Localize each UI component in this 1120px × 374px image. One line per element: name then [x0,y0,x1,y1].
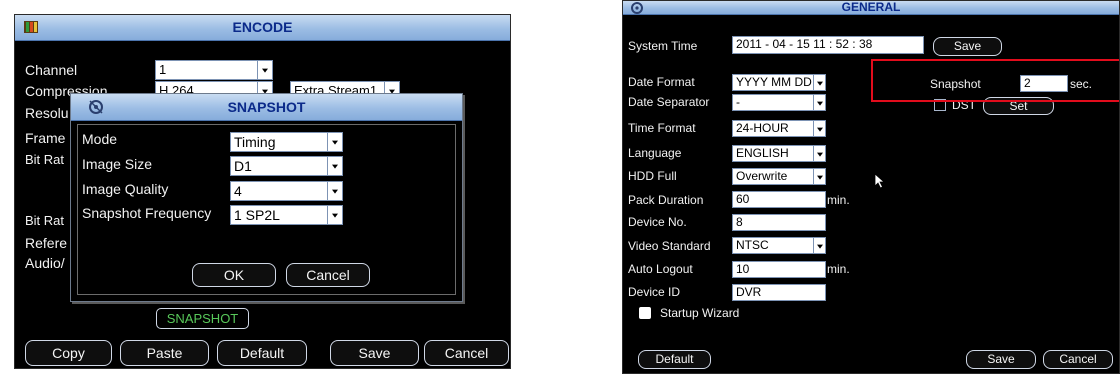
video-standard-label: Video Standard [628,239,711,253]
resolution-label: Resolu [25,105,69,121]
date-format-label: Date Format [628,75,695,89]
snapshot-cancel-button[interactable]: Cancel [286,263,370,287]
bit-rate-type-label: Bit Rat [25,152,65,167]
mode-select[interactable]: Timing [230,132,343,152]
chevron-down-icon [813,121,825,136]
reference-label: Refere [25,235,68,251]
device-no-label: Device No. [628,215,687,229]
date-separator-select[interactable]: - [732,94,826,111]
system-time-label: System Time [628,39,698,53]
chevron-down-icon [813,75,825,90]
chevron-down-icon [813,95,825,110]
auto-logout-unit: min. [827,262,850,276]
date-format-select[interactable]: YYYY MM DD [732,74,826,91]
snapshot-button[interactable]: SNAPSHOT [156,308,249,329]
snapshot-title: SNAPSHOT [227,99,306,115]
chevron-down-icon [327,206,342,224]
image-size-value: D1 [234,158,252,174]
hdd-full-label: HDD Full [628,169,677,183]
channel-label: Channel [25,62,78,78]
settings-logo-icon [89,100,103,114]
chevron-down-icon [327,133,342,151]
audio-video-label: Audio/ [25,255,65,271]
date-separator-label: Date Separator [628,95,710,109]
time-format-value: 24-HOUR [736,121,789,135]
general-window: GENERAL System Time 2011 - 04 - 15 11 : … [622,0,1120,374]
pack-duration-label: Pack Duration [628,193,704,207]
language-select[interactable]: ENGLISH [732,145,826,162]
cancel-button[interactable]: Cancel [424,340,509,366]
mouse-pointer-icon [874,173,886,189]
image-quality-select[interactable]: 4 [230,181,343,201]
time-format-select[interactable]: 24-HOUR [732,120,826,137]
general-cancel-button[interactable]: Cancel [1043,350,1113,369]
frame-rate-label: Frame [25,130,66,146]
general-save-button[interactable]: Save [966,350,1036,369]
general-title-bar: GENERAL [623,1,1119,15]
device-id-value: DVR [736,285,762,299]
device-no-value: 8 [736,215,743,229]
image-quality-value: 4 [234,183,242,199]
snapshot-content-frame: Mode Timing Image Size D1 Image Quality … [77,124,456,295]
default-button[interactable]: Default [217,340,307,366]
encode-window: ENCODE Channel 1 Compression H.264 Extra… [14,14,511,369]
video-standard-value: NTSC [736,238,769,252]
date-separator-value: - [736,95,740,109]
video-standard-select[interactable]: NTSC [732,237,826,254]
bit-rate-label: Bit Rat [25,213,65,228]
channel-value: 1 [159,62,167,77]
save-button[interactable]: Save [330,340,419,366]
auto-logout-value: 10 [736,262,750,276]
device-id-label: Device ID [628,285,681,299]
general-default-button[interactable]: Default [638,350,711,369]
chevron-down-icon [813,146,825,161]
system-time-input[interactable]: 2011 - 04 - 15 11 : 52 : 38 [732,36,924,54]
snapshot-title-bar: SNAPSHOT [71,94,462,121]
pack-duration-input[interactable]: 60 [732,191,826,208]
device-no-input[interactable]: 8 [732,214,826,231]
chevron-down-icon [327,182,342,200]
pack-duration-value: 60 [736,192,750,206]
system-time-value: 2011 - 04 - 15 11 : 52 : 38 [736,37,873,51]
paste-button[interactable]: Paste [120,340,209,366]
language-label: Language [628,146,682,160]
image-size-select[interactable]: D1 [230,156,343,176]
hdd-full-value: Overwrite [736,169,788,183]
auto-logout-label: Auto Logout [628,262,693,276]
date-format-value: YYYY MM DD [736,75,812,89]
time-format-label: Time Format [628,121,696,135]
snapshot-frequency-label: Snapshot Frequency [82,205,212,221]
pack-duration-unit: min. [827,193,850,207]
snapshot-frequency-select[interactable]: 1 SP2L [230,205,343,225]
image-quality-label: Image Quality [82,181,169,197]
snapshot-highlight-box [871,59,1119,102]
system-time-save-button[interactable]: Save [933,37,1002,56]
chevron-down-icon [327,157,342,175]
dvr-logo-icon [24,21,38,33]
chevron-down-icon [257,61,272,79]
mode-value: Timing [234,134,276,150]
device-id-input[interactable]: DVR [732,284,826,301]
chevron-down-icon [813,169,825,184]
snapshot-dialog: SNAPSHOT Mode Timing Image Size D1 Image… [70,93,463,302]
snapshot-ok-button[interactable]: OK [192,263,276,287]
encode-title-bar: ENCODE [15,15,510,41]
settings-logo-icon [631,2,643,14]
startup-wizard-checkbox[interactable] [639,307,651,319]
copy-button[interactable]: Copy [25,340,112,366]
auto-logout-input[interactable]: 10 [732,261,826,278]
mode-label: Mode [82,131,118,147]
channel-select[interactable]: 1 [155,60,273,80]
hdd-full-select[interactable]: Overwrite [732,168,826,185]
image-size-label: Image Size [82,156,153,172]
language-value: ENGLISH [736,146,789,160]
snapshot-frequency-value: 1 SP2L [234,207,280,223]
encode-title: ENCODE [232,19,293,35]
general-title: GENERAL [841,0,901,14]
chevron-down-icon [813,238,825,253]
startup-wizard-label: Startup Wizard [660,306,740,320]
